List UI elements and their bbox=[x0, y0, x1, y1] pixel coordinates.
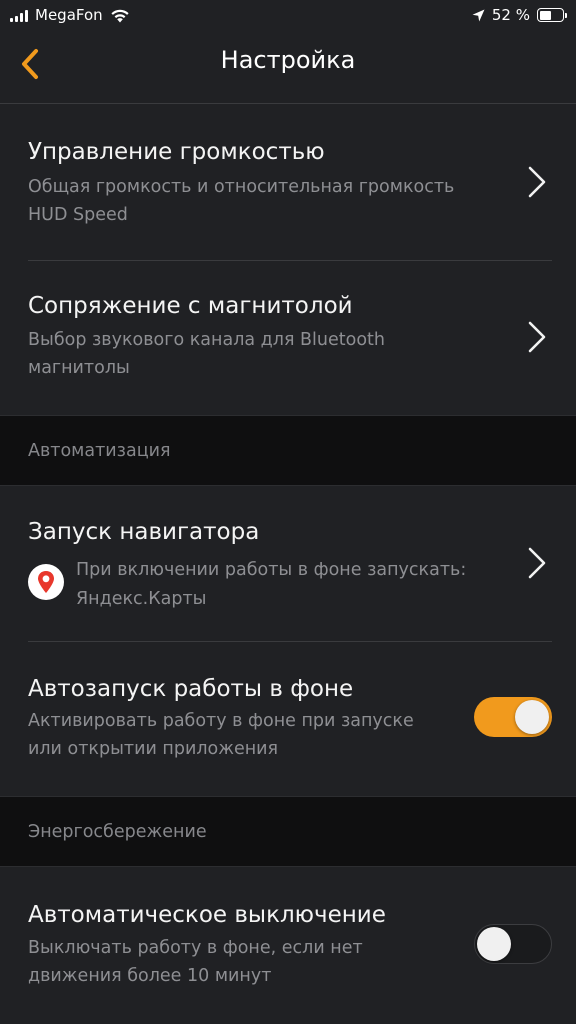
settings-item-subtitle: Выключать работу в фоне, если нет bbox=[28, 938, 363, 958]
battery-level bbox=[539, 10, 551, 20]
settings-item-pairing[interactable]: Сопряжение с магнитолой Выбор звукового … bbox=[0, 261, 576, 415]
settings-item-autostart: Автозапуск работы в фоне Активировать ра… bbox=[0, 642, 576, 796]
signal-strength-icon bbox=[10, 9, 28, 22]
page-title: Настройка bbox=[220, 46, 356, 74]
status-left: MegaFon bbox=[10, 6, 130, 24]
autostart-toggle[interactable] bbox=[474, 697, 552, 737]
settings-item-title: Автоматическое выключение bbox=[28, 902, 386, 928]
settings-item-subtitle: или открытии приложения bbox=[28, 739, 279, 759]
settings-item-navigator[interactable]: Запуск навигатора При включении работы в… bbox=[0, 486, 576, 641]
section-header-automation: Автоматизация bbox=[0, 415, 576, 486]
settings-item-subtitle: магнитолы bbox=[28, 358, 130, 378]
settings-item-title: Запуск навигатора bbox=[28, 519, 260, 545]
location-arrow-icon bbox=[472, 9, 485, 21]
settings-item-title: Сопряжение с магнитолой bbox=[28, 293, 353, 319]
settings-item-subtitle: Общая громкость и относительная громкост… bbox=[28, 177, 455, 197]
settings-item-subtitle: Яндекс.Карты bbox=[76, 589, 207, 609]
settings-item-subtitle: Выбор звукового канала для Bluetooth bbox=[28, 330, 385, 350]
settings-item-subtitle: Активировать работу в фоне при запуске bbox=[28, 711, 414, 731]
yandex-maps-icon bbox=[28, 564, 64, 600]
wifi-icon bbox=[111, 9, 129, 22]
carrier-name: MegaFon bbox=[35, 6, 103, 24]
settings-item-subtitle: При включении работы в фоне запускать: bbox=[76, 560, 467, 580]
chevron-right-icon bbox=[528, 547, 546, 579]
section-label: Энергосбережение bbox=[28, 822, 207, 842]
status-bar: MegaFon 52 % bbox=[0, 0, 576, 32]
battery-icon bbox=[537, 8, 567, 22]
settings-item-volume[interactable]: Управление громкостью Общая громкость и … bbox=[0, 105, 576, 260]
section-header-power-saving: Энергосбережение bbox=[0, 796, 576, 867]
auto-off-toggle[interactable] bbox=[474, 924, 552, 964]
toggle-knob bbox=[477, 926, 511, 961]
navigation-bar: Настройка bbox=[0, 32, 576, 104]
chevron-right-icon bbox=[528, 166, 546, 198]
settings-item-title: Управление громкостью bbox=[28, 139, 325, 165]
settings-item-title: Автозапуск работы в фоне bbox=[28, 676, 354, 702]
settings-item-subtitle: HUD Speed bbox=[28, 205, 128, 225]
map-pin-icon bbox=[38, 571, 54, 593]
status-right: 52 % bbox=[472, 6, 567, 24]
toggle-knob bbox=[515, 700, 549, 734]
settings-item-subtitle: движения более 10 минут bbox=[28, 966, 272, 986]
battery-percent: 52 % bbox=[491, 6, 530, 24]
section-label: Автоматизация bbox=[28, 441, 171, 461]
settings-item-auto-off: Автоматическое выключение Выключать рабо… bbox=[0, 867, 576, 1024]
chevron-right-icon bbox=[528, 321, 546, 353]
